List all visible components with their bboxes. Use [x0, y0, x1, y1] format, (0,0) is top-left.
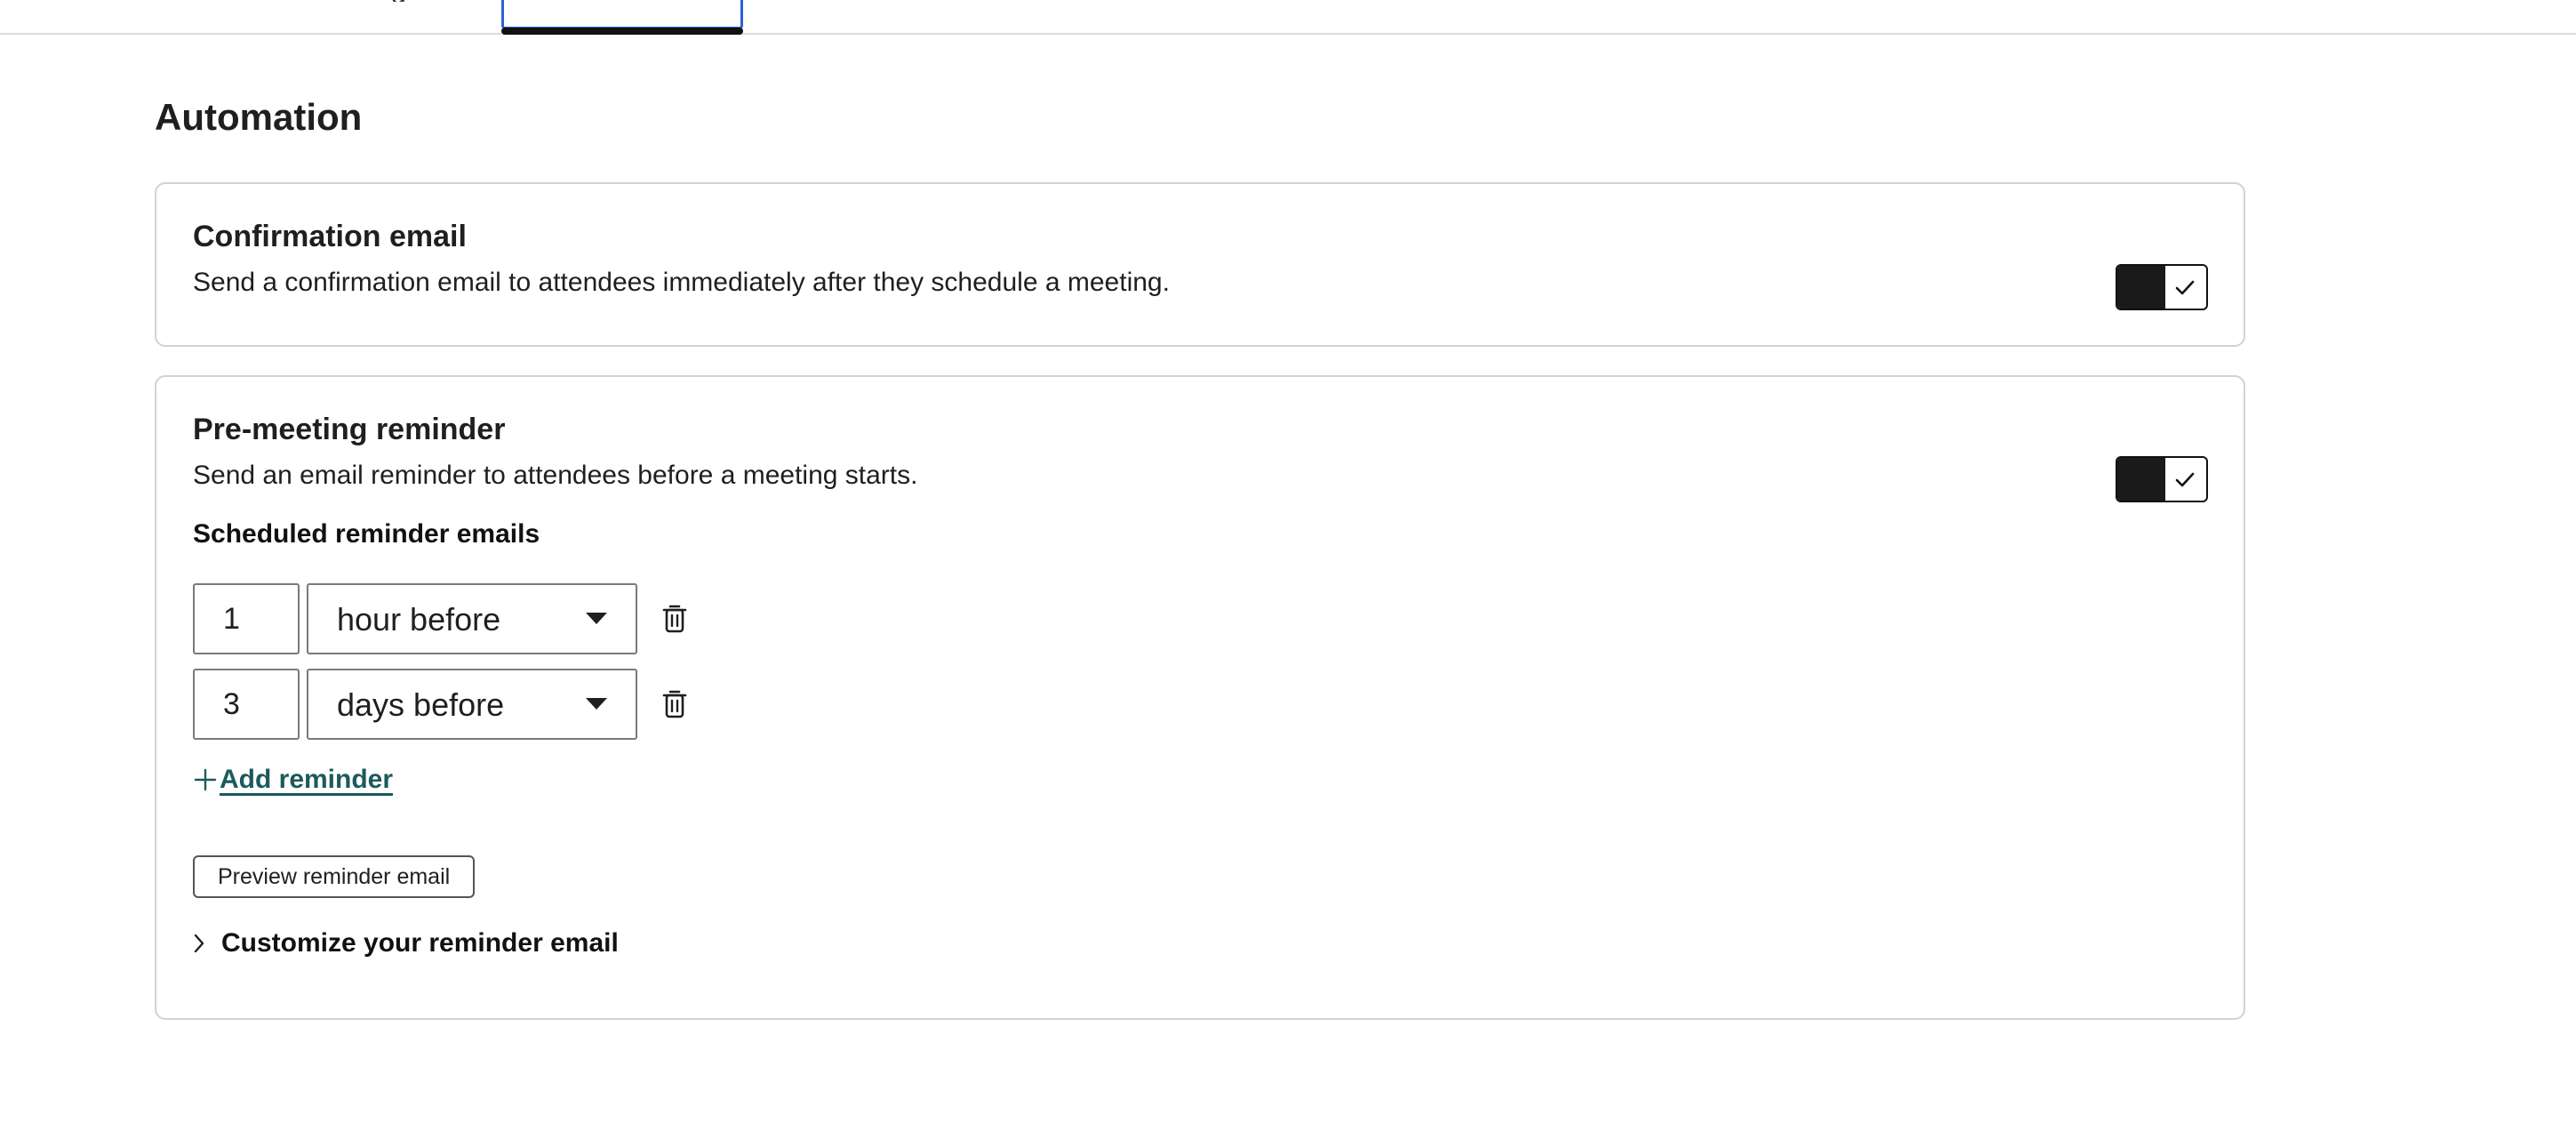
trash-icon[interactable] [661, 603, 688, 635]
customize-reminder-email-expander[interactable]: Customize your reminder email [193, 928, 619, 959]
tab-active-indicator [501, 28, 743, 35]
page-title: Automation [155, 96, 363, 138]
toggle-track [2117, 458, 2165, 501]
add-reminder-link[interactable]: Add reminder [193, 765, 393, 795]
confirmation-email-title: Confirmation email [193, 220, 467, 253]
top-tab-bar: g [0, 0, 2576, 35]
check-icon [2175, 472, 2195, 487]
pre-meeting-reminder-title: Pre-meeting reminder [193, 413, 506, 446]
reminder-1-amount-input[interactable] [193, 583, 300, 654]
tab-previous[interactable]: g [391, 0, 406, 2]
tab-active-focus-ring[interactable] [501, 0, 743, 29]
check-icon [2175, 280, 2195, 295]
caret-down-icon [586, 613, 607, 624]
pre-meeting-reminder-toggle[interactable] [2116, 456, 2208, 502]
toggle-knob [2164, 266, 2206, 309]
reminder-1-unit-select[interactable]: hour before [307, 583, 637, 654]
toggle-track [2117, 266, 2165, 309]
confirmation-email-description: Send a confirmation email to attendees i… [193, 268, 1170, 297]
confirmation-email-toggle[interactable] [2116, 264, 2208, 310]
customize-reminder-email-label: Customize your reminder email [221, 928, 619, 958]
trash-icon[interactable] [661, 688, 688, 720]
reminder-2-unit-select[interactable]: days before [307, 669, 637, 740]
pre-meeting-reminder-description: Send an email reminder to attendees befo… [193, 461, 918, 490]
toggle-knob [2164, 458, 2206, 501]
preview-reminder-email-button[interactable]: Preview reminder email [193, 855, 476, 898]
pre-meeting-reminder-card: Pre-meeting reminder Send an email remin… [155, 375, 2245, 1020]
scheduled-reminder-emails-label: Scheduled reminder emails [193, 519, 540, 549]
chevron-right-icon [194, 934, 204, 953]
add-reminder-label: Add reminder [220, 765, 394, 794]
reminder-2-unit-value: days before [337, 686, 505, 723]
reminder-1-unit-value: hour before [337, 601, 501, 638]
plus-icon [194, 768, 217, 791]
reminder-2-amount-input[interactable] [193, 669, 300, 740]
caret-down-icon [586, 698, 607, 710]
confirmation-email-card: Confirmation email Send a confirmation e… [155, 182, 2245, 347]
